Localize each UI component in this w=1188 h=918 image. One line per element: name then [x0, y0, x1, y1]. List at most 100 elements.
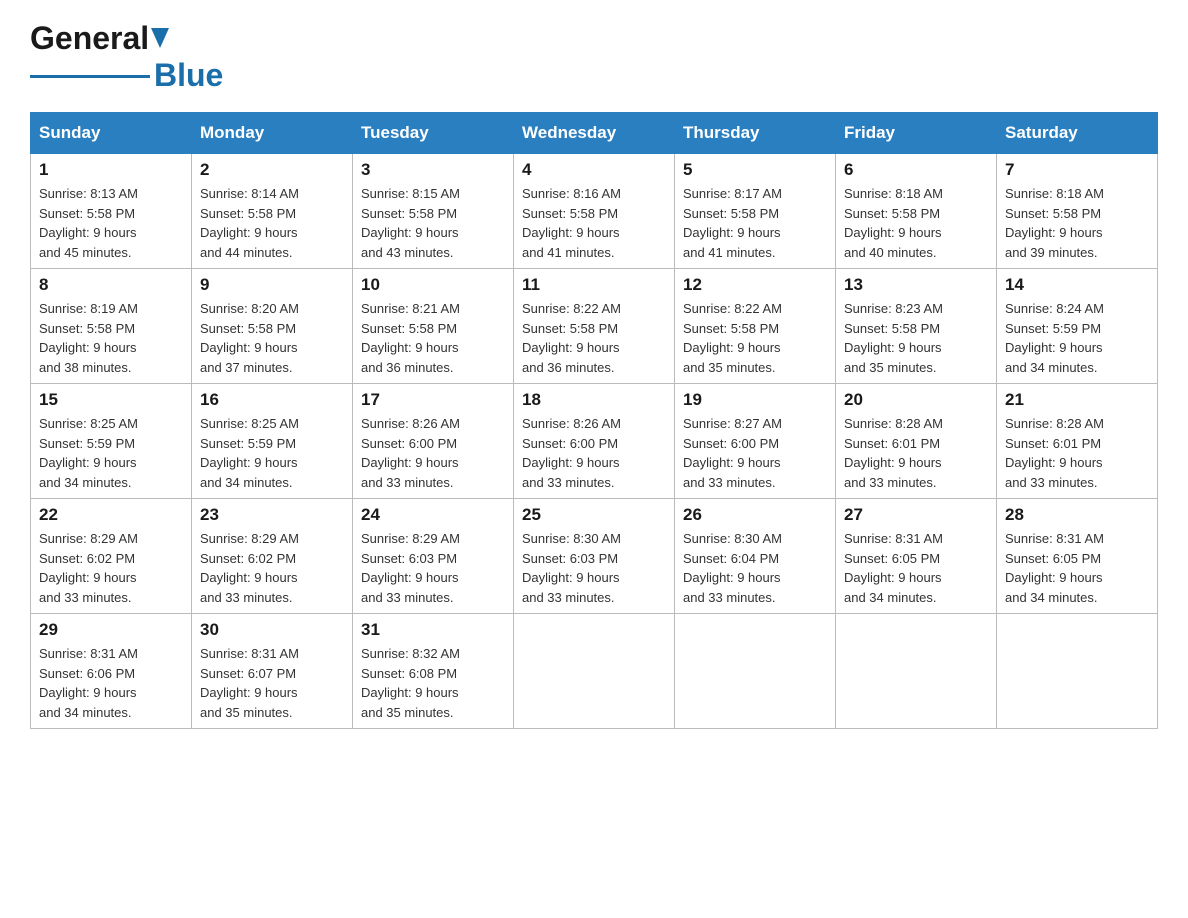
day-number: 1	[39, 160, 183, 180]
day-number: 26	[683, 505, 827, 525]
day-info: Sunrise: 8:20 AM Sunset: 5:58 PM Dayligh…	[200, 301, 299, 375]
day-number: 19	[683, 390, 827, 410]
day-info: Sunrise: 8:31 AM Sunset: 6:07 PM Dayligh…	[200, 646, 299, 720]
calendar-cell: 11 Sunrise: 8:22 AM Sunset: 5:58 PM Dayl…	[514, 269, 675, 384]
day-info: Sunrise: 8:23 AM Sunset: 5:58 PM Dayligh…	[844, 301, 943, 375]
day-number: 3	[361, 160, 505, 180]
calendar-cell: 24 Sunrise: 8:29 AM Sunset: 6:03 PM Dayl…	[353, 499, 514, 614]
day-number: 28	[1005, 505, 1149, 525]
calendar-cell: 16 Sunrise: 8:25 AM Sunset: 5:59 PM Dayl…	[192, 384, 353, 499]
calendar-cell: 25 Sunrise: 8:30 AM Sunset: 6:03 PM Dayl…	[514, 499, 675, 614]
calendar-cell: 3 Sunrise: 8:15 AM Sunset: 5:58 PM Dayli…	[353, 154, 514, 269]
day-number: 5	[683, 160, 827, 180]
day-info: Sunrise: 8:31 AM Sunset: 6:05 PM Dayligh…	[844, 531, 943, 605]
day-info: Sunrise: 8:27 AM Sunset: 6:00 PM Dayligh…	[683, 416, 782, 490]
day-info: Sunrise: 8:28 AM Sunset: 6:01 PM Dayligh…	[844, 416, 943, 490]
calendar-cell: 27 Sunrise: 8:31 AM Sunset: 6:05 PM Dayl…	[836, 499, 997, 614]
day-number: 17	[361, 390, 505, 410]
calendar-cell: 12 Sunrise: 8:22 AM Sunset: 5:58 PM Dayl…	[675, 269, 836, 384]
day-number: 22	[39, 505, 183, 525]
day-info: Sunrise: 8:28 AM Sunset: 6:01 PM Dayligh…	[1005, 416, 1104, 490]
logo-triangle-icon	[151, 28, 169, 53]
calendar-table: SundayMondayTuesdayWednesdayThursdayFrid…	[30, 112, 1158, 729]
day-number: 23	[200, 505, 344, 525]
day-info: Sunrise: 8:26 AM Sunset: 6:00 PM Dayligh…	[522, 416, 621, 490]
day-info: Sunrise: 8:29 AM Sunset: 6:02 PM Dayligh…	[200, 531, 299, 605]
day-header-wednesday: Wednesday	[514, 113, 675, 154]
day-number: 15	[39, 390, 183, 410]
day-number: 25	[522, 505, 666, 525]
day-number: 7	[1005, 160, 1149, 180]
day-number: 21	[1005, 390, 1149, 410]
day-header-monday: Monday	[192, 113, 353, 154]
day-info: Sunrise: 8:31 AM Sunset: 6:06 PM Dayligh…	[39, 646, 138, 720]
page-header: General Blue	[30, 20, 1158, 94]
day-number: 10	[361, 275, 505, 295]
day-number: 6	[844, 160, 988, 180]
calendar-cell: 26 Sunrise: 8:30 AM Sunset: 6:04 PM Dayl…	[675, 499, 836, 614]
day-info: Sunrise: 8:25 AM Sunset: 5:59 PM Dayligh…	[200, 416, 299, 490]
day-info: Sunrise: 8:30 AM Sunset: 6:03 PM Dayligh…	[522, 531, 621, 605]
day-number: 14	[1005, 275, 1149, 295]
day-number: 30	[200, 620, 344, 640]
logo-blue-text: Blue	[154, 57, 223, 94]
calendar-cell: 4 Sunrise: 8:16 AM Sunset: 5:58 PM Dayli…	[514, 154, 675, 269]
day-info: Sunrise: 8:14 AM Sunset: 5:58 PM Dayligh…	[200, 186, 299, 260]
calendar-cell: 13 Sunrise: 8:23 AM Sunset: 5:58 PM Dayl…	[836, 269, 997, 384]
calendar-cell: 5 Sunrise: 8:17 AM Sunset: 5:58 PM Dayli…	[675, 154, 836, 269]
day-header-friday: Friday	[836, 113, 997, 154]
calendar-cell: 6 Sunrise: 8:18 AM Sunset: 5:58 PM Dayli…	[836, 154, 997, 269]
calendar-cell: 18 Sunrise: 8:26 AM Sunset: 6:00 PM Dayl…	[514, 384, 675, 499]
calendar-cell: 19 Sunrise: 8:27 AM Sunset: 6:00 PM Dayl…	[675, 384, 836, 499]
day-number: 18	[522, 390, 666, 410]
day-header-thursday: Thursday	[675, 113, 836, 154]
day-info: Sunrise: 8:21 AM Sunset: 5:58 PM Dayligh…	[361, 301, 460, 375]
calendar-cell: 20 Sunrise: 8:28 AM Sunset: 6:01 PM Dayl…	[836, 384, 997, 499]
day-number: 24	[361, 505, 505, 525]
day-number: 31	[361, 620, 505, 640]
day-number: 9	[200, 275, 344, 295]
calendar-cell: 17 Sunrise: 8:26 AM Sunset: 6:00 PM Dayl…	[353, 384, 514, 499]
day-info: Sunrise: 8:19 AM Sunset: 5:58 PM Dayligh…	[39, 301, 138, 375]
day-info: Sunrise: 8:32 AM Sunset: 6:08 PM Dayligh…	[361, 646, 460, 720]
day-info: Sunrise: 8:25 AM Sunset: 5:59 PM Dayligh…	[39, 416, 138, 490]
calendar-cell: 29 Sunrise: 8:31 AM Sunset: 6:06 PM Dayl…	[31, 614, 192, 729]
logo-general-text: General	[30, 20, 149, 57]
calendar-cell: 1 Sunrise: 8:13 AM Sunset: 5:58 PM Dayli…	[31, 154, 192, 269]
day-info: Sunrise: 8:26 AM Sunset: 6:00 PM Dayligh…	[361, 416, 460, 490]
day-number: 4	[522, 160, 666, 180]
day-number: 11	[522, 275, 666, 295]
calendar-cell: 2 Sunrise: 8:14 AM Sunset: 5:58 PM Dayli…	[192, 154, 353, 269]
day-number: 20	[844, 390, 988, 410]
day-info: Sunrise: 8:31 AM Sunset: 6:05 PM Dayligh…	[1005, 531, 1104, 605]
calendar-cell: 8 Sunrise: 8:19 AM Sunset: 5:58 PM Dayli…	[31, 269, 192, 384]
day-header-sunday: Sunday	[31, 113, 192, 154]
day-header-tuesday: Tuesday	[353, 113, 514, 154]
day-info: Sunrise: 8:17 AM Sunset: 5:58 PM Dayligh…	[683, 186, 782, 260]
day-info: Sunrise: 8:30 AM Sunset: 6:04 PM Dayligh…	[683, 531, 782, 605]
day-number: 8	[39, 275, 183, 295]
day-info: Sunrise: 8:13 AM Sunset: 5:58 PM Dayligh…	[39, 186, 138, 260]
calendar-cell	[836, 614, 997, 729]
day-number: 29	[39, 620, 183, 640]
calendar-cell: 9 Sunrise: 8:20 AM Sunset: 5:58 PM Dayli…	[192, 269, 353, 384]
day-number: 2	[200, 160, 344, 180]
calendar-cell: 31 Sunrise: 8:32 AM Sunset: 6:08 PM Dayl…	[353, 614, 514, 729]
day-header-saturday: Saturday	[997, 113, 1158, 154]
day-info: Sunrise: 8:18 AM Sunset: 5:58 PM Dayligh…	[1005, 186, 1104, 260]
calendar-cell	[675, 614, 836, 729]
calendar-cell: 7 Sunrise: 8:18 AM Sunset: 5:58 PM Dayli…	[997, 154, 1158, 269]
day-info: Sunrise: 8:16 AM Sunset: 5:58 PM Dayligh…	[522, 186, 621, 260]
calendar-cell: 21 Sunrise: 8:28 AM Sunset: 6:01 PM Dayl…	[997, 384, 1158, 499]
day-number: 13	[844, 275, 988, 295]
calendar-cell: 30 Sunrise: 8:31 AM Sunset: 6:07 PM Dayl…	[192, 614, 353, 729]
calendar-cell	[514, 614, 675, 729]
day-info: Sunrise: 8:29 AM Sunset: 6:02 PM Dayligh…	[39, 531, 138, 605]
calendar-cell: 15 Sunrise: 8:25 AM Sunset: 5:59 PM Dayl…	[31, 384, 192, 499]
day-number: 27	[844, 505, 988, 525]
day-info: Sunrise: 8:29 AM Sunset: 6:03 PM Dayligh…	[361, 531, 460, 605]
calendar-cell: 23 Sunrise: 8:29 AM Sunset: 6:02 PM Dayl…	[192, 499, 353, 614]
day-number: 12	[683, 275, 827, 295]
calendar-cell	[997, 614, 1158, 729]
logo: General Blue	[30, 20, 223, 94]
